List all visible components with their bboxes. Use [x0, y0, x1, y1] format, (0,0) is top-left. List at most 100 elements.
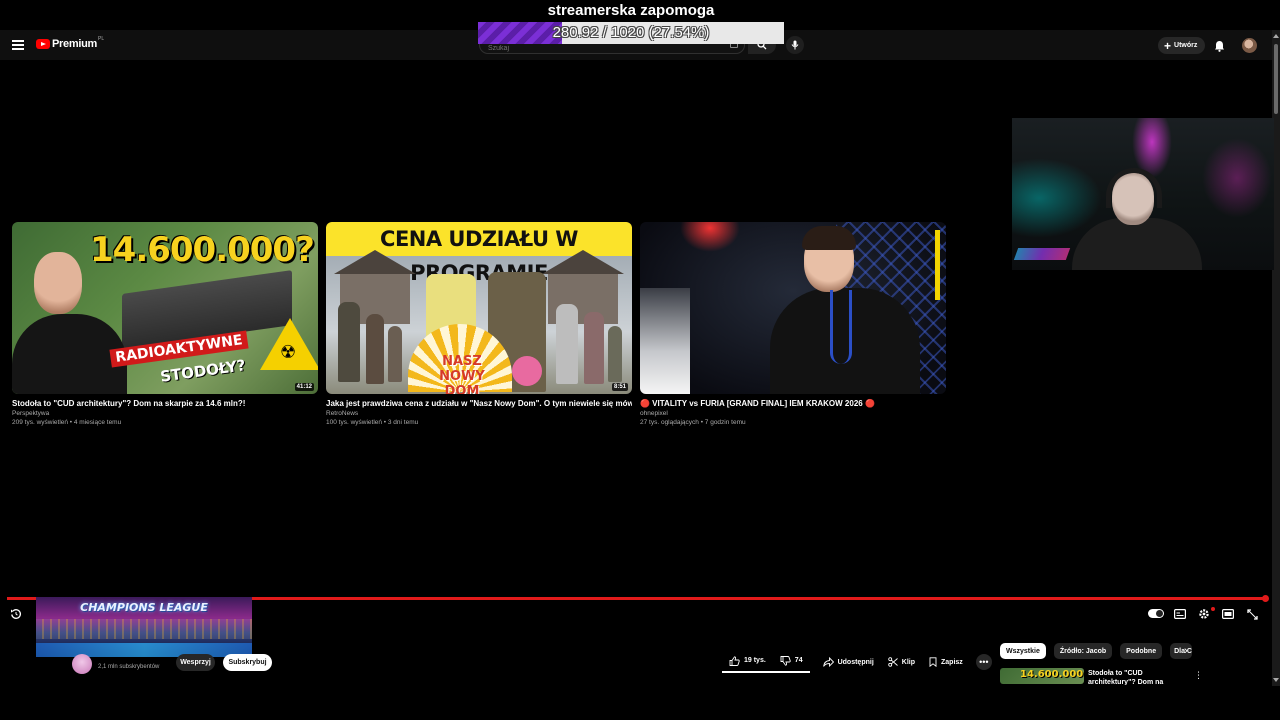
bell-icon[interactable] [1214, 39, 1225, 57]
related-video-thumbnail[interactable]: 14.600.000? [1000, 668, 1084, 684]
like-button[interactable]: 19 tys. [722, 652, 773, 670]
subtitles-button[interactable] [1173, 607, 1187, 621]
overlay-lights [36, 619, 252, 639]
share-icon [822, 657, 834, 667]
settings-hd-badge [1211, 607, 1215, 611]
overlay-label: CHAMPIONS LEAGUE [80, 601, 208, 614]
thumb-figure [608, 326, 622, 382]
thumb-logo-text: NASZ NOWY DOM [439, 354, 485, 394]
fullscreen-icon [1246, 608, 1258, 620]
related-thumb-headline: 14.600.000? [1020, 669, 1084, 680]
cam-light [1202, 138, 1272, 218]
subtitles-icon [1174, 609, 1186, 619]
gear-icon [1199, 609, 1209, 619]
search-input[interactable] [488, 45, 708, 52]
autoplay-toggle[interactable] [1148, 609, 1164, 618]
support-button[interactable]: Wesprzyj [176, 654, 215, 671]
save-button[interactable]: Zapisz [922, 653, 970, 671]
subscribe-button[interactable]: Subskrybuj [223, 654, 272, 671]
scissors-icon [888, 657, 898, 667]
video-channel[interactable]: RetroNews [326, 410, 632, 417]
progress-scrubber[interactable] [1262, 595, 1269, 602]
video-title[interactable]: Jaka jest prawdziwa cena z udziału w "Na… [326, 398, 632, 409]
video-channel[interactable]: Perspektywa [12, 410, 318, 417]
replay-button[interactable] [9, 607, 23, 621]
youtube-logo[interactable]: Premium PL [36, 36, 105, 50]
video-thumbnail[interactable] [640, 222, 946, 394]
bookmark-icon [929, 657, 937, 667]
video-meta: 27 tys. oglądających • 7 godzin temu [640, 419, 746, 426]
save-label: Zapisz [941, 658, 963, 666]
more-icon: ••• [979, 657, 989, 667]
thumb-stage-light [680, 222, 740, 252]
menu-icon[interactable] [12, 40, 24, 50]
like-count: 19 tys. [744, 657, 766, 664]
logo-text: Premium [52, 38, 97, 50]
chip-all[interactable]: Wszystkie [1000, 643, 1046, 659]
scroll-up-arrow[interactable] [1273, 34, 1279, 38]
clip-button[interactable]: Klip [881, 653, 922, 671]
related-video-title[interactable]: Stodoła to "CUD architektury"? Dom na sk… [1088, 669, 1188, 685]
more-vert-icon[interactable]: ⋮ [1194, 670, 1203, 681]
mic-icon [791, 40, 799, 50]
thumb-yellow-light [935, 230, 940, 300]
thumb-figure [338, 302, 360, 382]
dislike-count: 74 [794, 657, 803, 664]
thumbs-down-icon [780, 655, 791, 666]
video-thumbnail[interactable]: 14.600.000? ☢ RADIOAKTYWNE STODOŁY? 41:1… [12, 222, 318, 394]
video-title[interactable]: Stodoła to "CUD architektury"? Dom na sk… [12, 398, 318, 409]
scroll-down-arrow[interactable] [1273, 678, 1279, 682]
thumb-tag: STODOŁY? [159, 356, 247, 386]
thumbs-up-icon [729, 655, 740, 666]
cam-light [1012, 158, 1102, 238]
champions-league-overlay: CHAMPIONS LEAGUE [36, 597, 252, 657]
like-dislike-group: 19 tys. 74 [722, 652, 810, 673]
theater-icon [1222, 609, 1234, 619]
logo-region: PL [97, 36, 105, 42]
account-avatar[interactable] [1242, 38, 1257, 53]
thumb-person [12, 252, 127, 394]
thumb-figure [388, 326, 402, 382]
thumb-ball [512, 356, 542, 386]
dislike-button[interactable]: 74 [773, 652, 810, 670]
donation-goal-title: streamerska zapomoga [547, 2, 715, 19]
scroll-thumb[interactable] [1274, 44, 1278, 114]
chevron-right-icon[interactable]: › [1184, 645, 1188, 657]
video-duration: 41:12 [294, 383, 314, 391]
fullscreen-button[interactable] [1245, 607, 1259, 621]
video-card[interactable]: 14.600.000? ☢ RADIOAKTYWNE STODOŁY? 41:1… [12, 222, 318, 426]
cam-keyboard [1013, 248, 1071, 260]
thumb-person-head [34, 252, 82, 314]
chip-related[interactable]: Podobne [1120, 643, 1163, 659]
thumb-inset-camera [640, 288, 690, 394]
radiation-symbol: ☢ [280, 342, 297, 362]
video-actions: 19 tys. 74 Udostępnij Klip Zapisz ••• [722, 652, 992, 673]
video-title[interactable]: 🔴 VITALITY vs FURIA [GRAND FINAL] IEM KR… [640, 398, 946, 409]
settings-button[interactable] [1197, 607, 1211, 621]
video-meta: 100 tys. wyświetleń • 3 dni temu [326, 419, 419, 426]
theater-mode-button[interactable] [1221, 607, 1235, 621]
video-channel[interactable]: ohnepixel [640, 410, 946, 417]
chip-for-you[interactable]: Dla C [1170, 643, 1193, 659]
video-thumbnail[interactable]: CENA UDZIAŁU W PROGRAMIE NASZ NOWY DOM 8… [326, 222, 632, 394]
create-label: Utwórz [1174, 42, 1198, 49]
thumb-figure [584, 312, 604, 384]
thumb-figure [556, 304, 578, 384]
thumb-lanyard [830, 290, 852, 364]
youtube-play-icon [36, 39, 50, 49]
voice-search-button[interactable] [786, 36, 804, 54]
video-meta: 209 tys. wyświetleń • 4 miesiące temu [12, 419, 122, 426]
streamer-webcam [1012, 118, 1274, 270]
channel-avatar[interactable] [72, 654, 92, 674]
thumb-player-hair [802, 226, 856, 250]
share-button[interactable]: Udostępnij [816, 653, 881, 671]
more-actions-button[interactable]: ••• [975, 654, 992, 670]
thumb-figure [366, 314, 384, 384]
video-card[interactable]: 🔴 VITALITY vs FURIA [GRAND FINAL] IEM KR… [640, 222, 946, 426]
overlay-floor [36, 643, 252, 657]
chip-source[interactable]: Źródło: Jacob [1053, 643, 1113, 659]
related-filter-chips: Wszystkie Źródło: Jacob Podobne Dla C [1000, 643, 1200, 659]
donation-goal-text: 280.92 / 1020 (27.54%) [552, 24, 710, 41]
video-card[interactable]: CENA UDZIAŁU W PROGRAMIE NASZ NOWY DOM 8… [326, 222, 632, 426]
create-button[interactable]: + Utwórz [1158, 37, 1206, 54]
